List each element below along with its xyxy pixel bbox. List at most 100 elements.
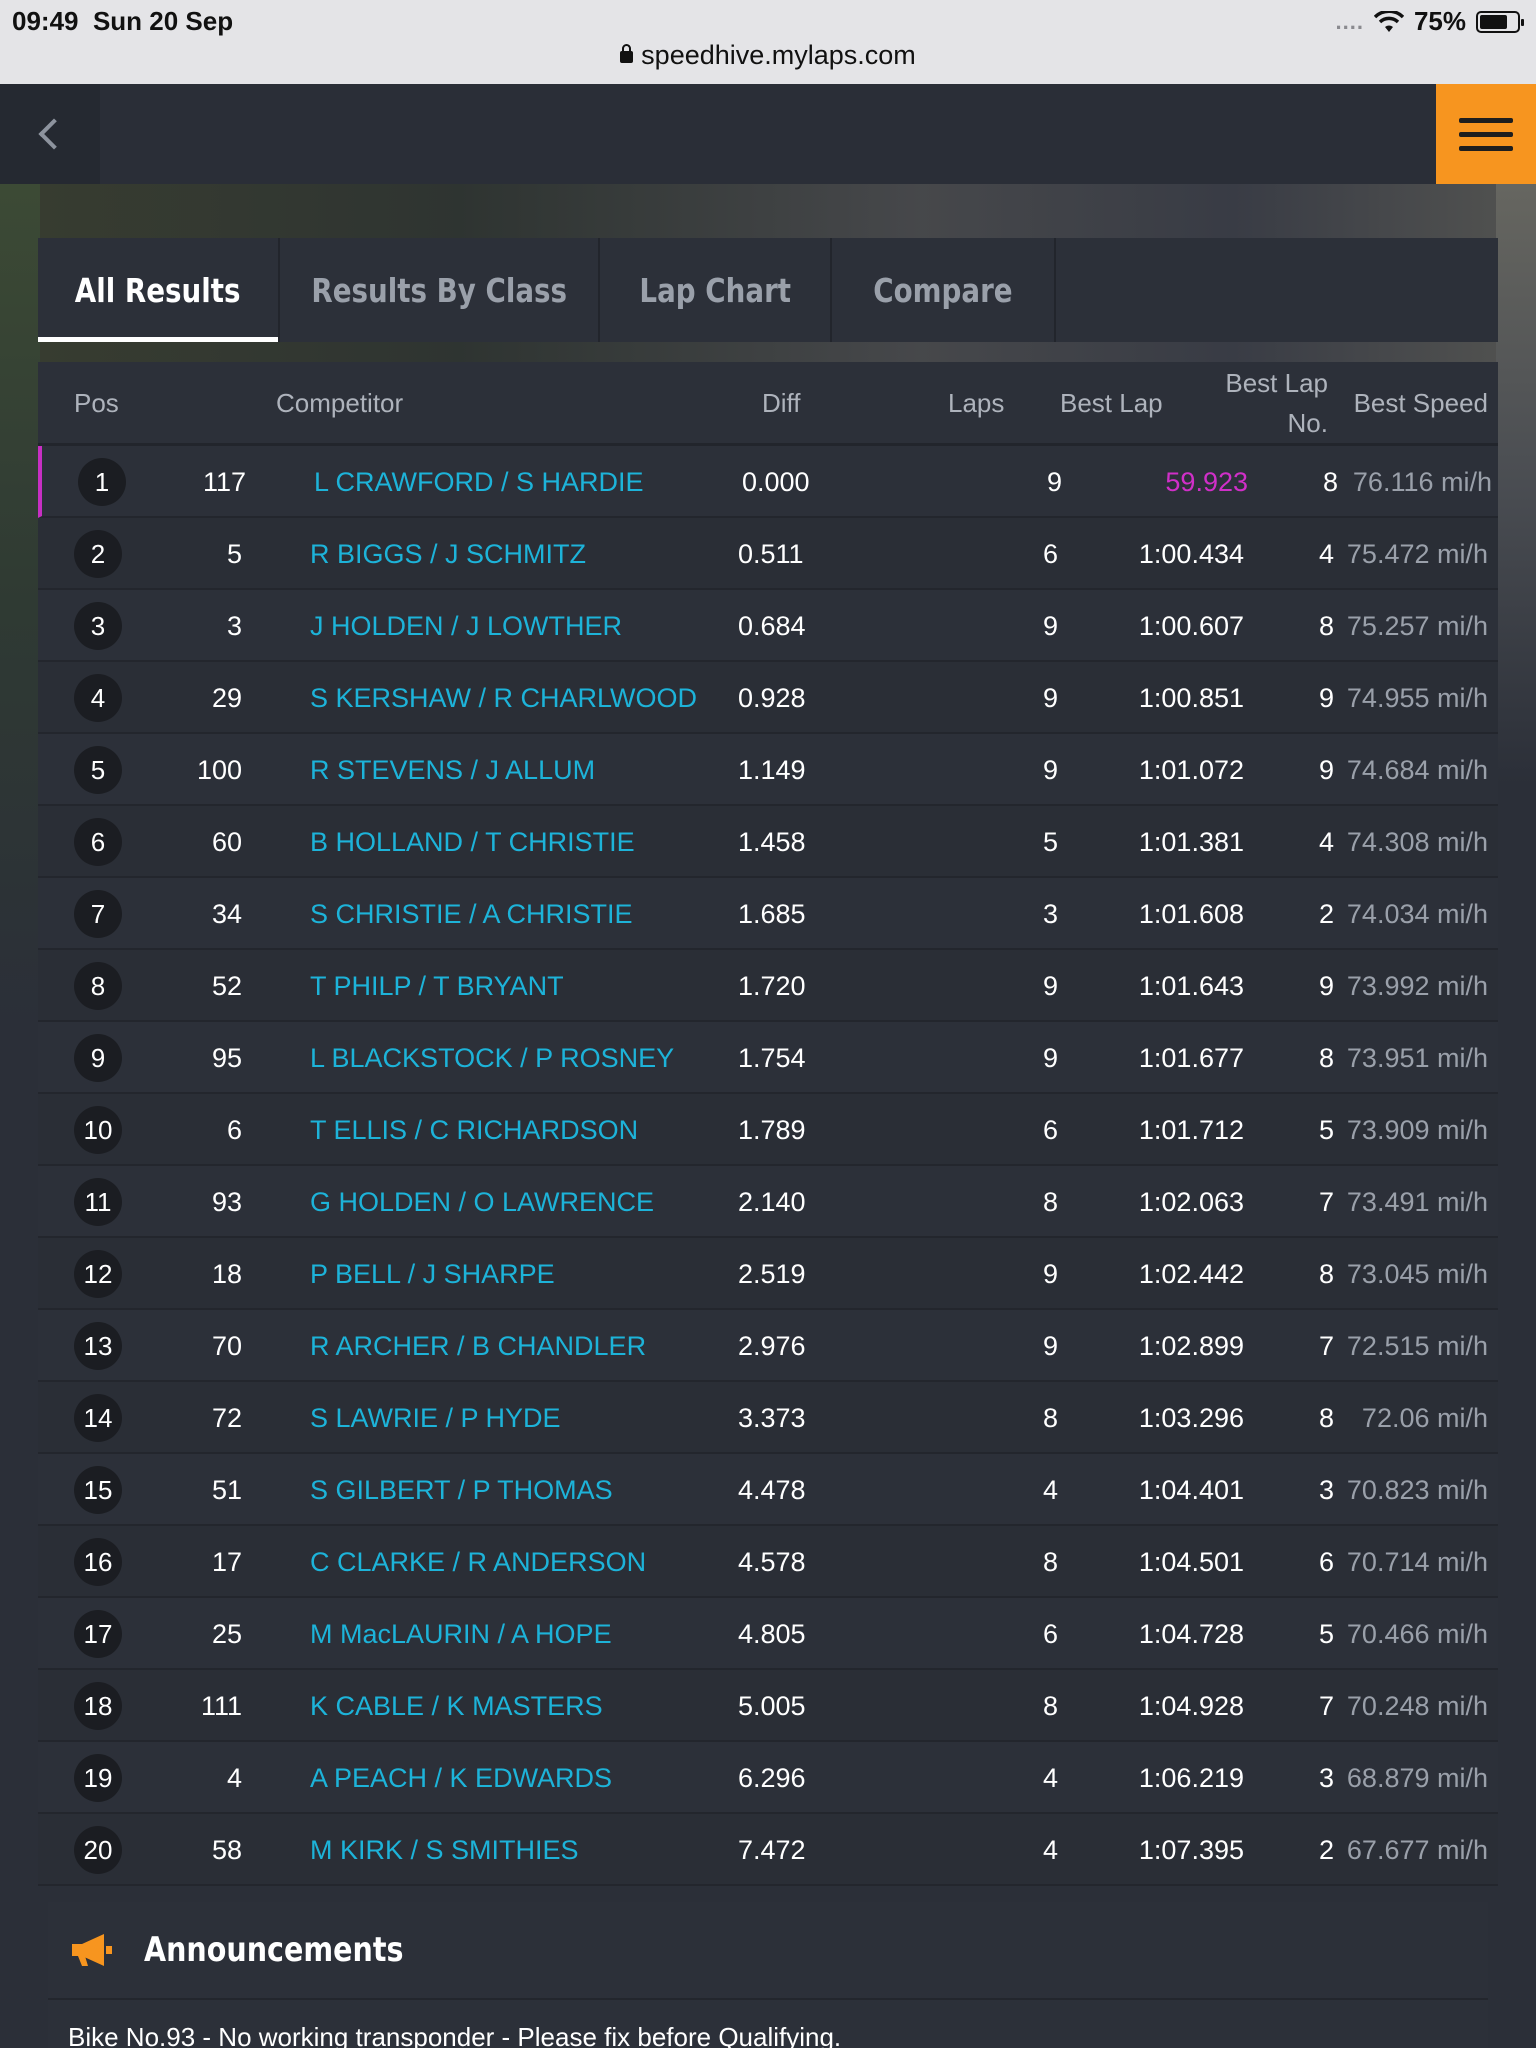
competitor-link[interactable]: P BELL / J SHARPE [310, 1238, 555, 1310]
table-row[interactable]: 16 17 C CLARKE / R ANDERSON 4.578 8 1:04.501 6… [38, 1526, 1498, 1598]
race-number: 52 [211, 971, 242, 1001]
table-row[interactable]: 9 95 L BLACKSTOCK / P ROSNEY 1.754 9 1:01.677… [38, 1022, 1498, 1094]
tab-lap-chart[interactable]: Lap Chart [600, 238, 832, 342]
competitor-link[interactable]: L BLACKSTOCK / P ROSNEY [310, 1022, 674, 1094]
header-best-lap[interactable]: Best Lap [1060, 388, 1163, 419]
table-row[interactable]: 7 34 S CHRISTIE / A CHRISTIE 1.685 3 1:01.608… [38, 878, 1498, 950]
table-row[interactable]: 1 117 L CRAWFORD / S HARDIE 0.000 9 59.923 8 76… [38, 446, 1498, 518]
competitor-link[interactable]: S CHRISTIE / A CHRISTIE [310, 878, 633, 950]
best-lap-no-value: 9 [1318, 683, 1334, 713]
table-row[interactable]: 20 58 M KIRK / S SMITHIES 7.472 4 1:07.395 2 67… [38, 1814, 1498, 1886]
best-lap-no-value: 6 [1318, 1547, 1334, 1577]
status-time: 09:49 Sun 20 Sep [12, 6, 233, 37]
table-row[interactable]: 11 93 G HOLDEN / O LAWRENCE 2.140 8 1:02.063 7… [38, 1166, 1498, 1238]
hamburger-line [1459, 131, 1513, 137]
best-lap-no-value: 8 [1318, 1259, 1334, 1289]
tab-all-results[interactable]: All Results [38, 238, 280, 342]
competitor-link[interactable]: J HOLDEN / J LOWTHER [310, 590, 622, 662]
wifi-icon [1373, 10, 1404, 32]
table-row[interactable]: 19 4 A PEACH / K EDWARDS 6.296 4 1:06.219 3 68.… [38, 1742, 1498, 1814]
best-lap-no-value: 7 [1318, 1187, 1334, 1217]
diff-value: 2.519 [738, 1259, 806, 1289]
address-bar[interactable]: speedhive.mylaps.com [0, 40, 1536, 71]
position-badge: 12 [74, 1250, 122, 1298]
competitor-link[interactable]: S KERSHAW / R CHARLWOOD [310, 662, 697, 734]
table-row[interactable]: 17 25 M MacLAURIN / A HOPE 4.805 6 1:04.728 5 7… [38, 1598, 1498, 1670]
laps-value: 4 [1042, 1835, 1058, 1865]
table-row[interactable]: 3 3 J HOLDEN / J LOWTHER 0.684 9 1:00.607 8 75.… [38, 590, 1498, 662]
laps-value: 8 [1042, 1187, 1058, 1217]
position-badge: 17 [74, 1610, 122, 1658]
signal-dots: .... [1335, 8, 1364, 34]
competitor-link[interactable]: R STEVENS / J ALLUM [310, 734, 595, 806]
header-best-speed[interactable]: Best Speed [1298, 388, 1488, 419]
table-row[interactable]: 14 72 S LAWRIE / P HYDE 3.373 8 1:03.296 8 72.0… [38, 1382, 1498, 1454]
table-row[interactable]: 12 18 P BELL / J SHARPE 2.519 9 1:02.442 8 73.0… [38, 1238, 1498, 1310]
position-badge: 16 [74, 1538, 122, 1586]
best-lap-no-value: 5 [1318, 1115, 1334, 1145]
table-row[interactable]: 18 111 K CABLE / K MASTERS 5.005 8 1:04.928 7 7… [38, 1670, 1498, 1742]
best-lap-value: 59.923 [1165, 467, 1248, 497]
laps-value: 6 [1042, 539, 1058, 569]
diff-value: 0.684 [738, 611, 806, 641]
competitor-link[interactable]: B HOLLAND / T CHRISTIE [310, 806, 635, 878]
header-competitor[interactable]: Competitor [276, 388, 403, 419]
competitor-link[interactable]: S LAWRIE / P HYDE [310, 1382, 561, 1454]
header-laps[interactable]: Laps [948, 388, 1004, 419]
competitor-link[interactable]: L CRAWFORD / S HARDIE [314, 446, 644, 518]
position-badge: 2 [74, 530, 122, 578]
race-number: 3 [226, 611, 242, 641]
table-row[interactable]: 2 5 R BIGGS / J SCHMITZ 0.511 6 1:00.434 4 75.4… [38, 518, 1498, 590]
table-row[interactable]: 5 100 R STEVENS / J ALLUM 1.149 9 1:01.072 9 74… [38, 734, 1498, 806]
best-speed-value: 72.06 mi/h [1361, 1403, 1488, 1433]
competitor-link[interactable]: K CABLE / K MASTERS [310, 1670, 603, 1742]
competitor-link[interactable]: T ELLIS / C RICHARDSON [310, 1094, 638, 1166]
back-button[interactable] [0, 84, 100, 184]
best-speed-value: 72.515 mi/h [1346, 1331, 1488, 1361]
table-row[interactable]: 15 51 S GILBERT / P THOMAS 4.478 4 1:04.401 3 7… [38, 1454, 1498, 1526]
tab-results-by-class[interactable]: Results By Class [280, 238, 600, 342]
best-lap-value: 1:01.608 [1138, 899, 1244, 929]
header-pos[interactable]: Pos [74, 388, 119, 419]
race-number: 117 [202, 467, 246, 497]
race-number: 60 [211, 827, 242, 857]
competitor-link[interactable]: T PHILP / T BRYANT [310, 950, 564, 1022]
best-lap-value: 1:00.607 [1138, 611, 1244, 641]
diff-value: 1.458 [738, 827, 806, 857]
table-row[interactable]: 4 29 S KERSHAW / R CHARLWOOD 0.928 9 1:00.851… [38, 662, 1498, 734]
position-badge: 11 [74, 1178, 122, 1226]
menu-button[interactable] [1436, 84, 1536, 184]
table-row[interactable]: 6 60 B HOLLAND / T CHRISTIE 1.458 5 1:01.381 4… [38, 806, 1498, 878]
position-badge: 10 [74, 1106, 122, 1154]
laps-value: 9 [1042, 683, 1058, 713]
competitor-link[interactable]: G HOLDEN / O LAWRENCE [310, 1166, 654, 1238]
competitor-link[interactable]: S GILBERT / P THOMAS [310, 1454, 613, 1526]
race-number: 51 [211, 1475, 242, 1505]
laps-value: 9 [1042, 611, 1058, 641]
competitor-link[interactable]: R BIGGS / J SCHMITZ [310, 518, 586, 590]
race-number: 29 [211, 683, 242, 713]
diff-value: 1.685 [738, 899, 806, 929]
best-lap-value: 1:01.381 [1138, 827, 1244, 857]
diff-value: 3.373 [738, 1403, 806, 1433]
best-lap-no-value: 7 [1318, 1331, 1334, 1361]
table-row[interactable]: 13 70 R ARCHER / B CHANDLER 2.976 9 1:02.899 7… [38, 1310, 1498, 1382]
app-header [0, 84, 1536, 184]
results-tabs: All Results Results By Class Lap Chart C… [38, 238, 1498, 342]
table-row[interactable]: 8 52 T PHILP / T BRYANT 1.720 9 1:01.643 9 73.9… [38, 950, 1498, 1022]
table-row[interactable]: 10 6 T ELLIS / C RICHARDSON 1.789 6 1:01.712 5… [38, 1094, 1498, 1166]
best-lap-no-value: 5 [1318, 1619, 1334, 1649]
competitor-link[interactable]: M KIRK / S SMITHIES [310, 1814, 579, 1886]
best-lap-no-value: 3 [1318, 1763, 1334, 1793]
laps-value: 9 [1046, 467, 1062, 497]
competitor-link[interactable]: A PEACH / K EDWARDS [310, 1742, 612, 1814]
competitor-link[interactable]: M MacLAURIN / A HOPE [310, 1598, 612, 1670]
competitor-link[interactable]: C CLARKE / R ANDERSON [310, 1526, 646, 1598]
diff-value: 1.789 [738, 1115, 806, 1145]
header-diff[interactable]: Diff [762, 388, 801, 419]
competitor-link[interactable]: R ARCHER / B CHANDLER [310, 1310, 646, 1382]
best-lap-no-value: 8 [1318, 1403, 1334, 1433]
tab-compare[interactable]: Compare [832, 238, 1056, 342]
position-badge: 3 [74, 602, 122, 650]
status-right: .... 75% [1335, 6, 1524, 37]
